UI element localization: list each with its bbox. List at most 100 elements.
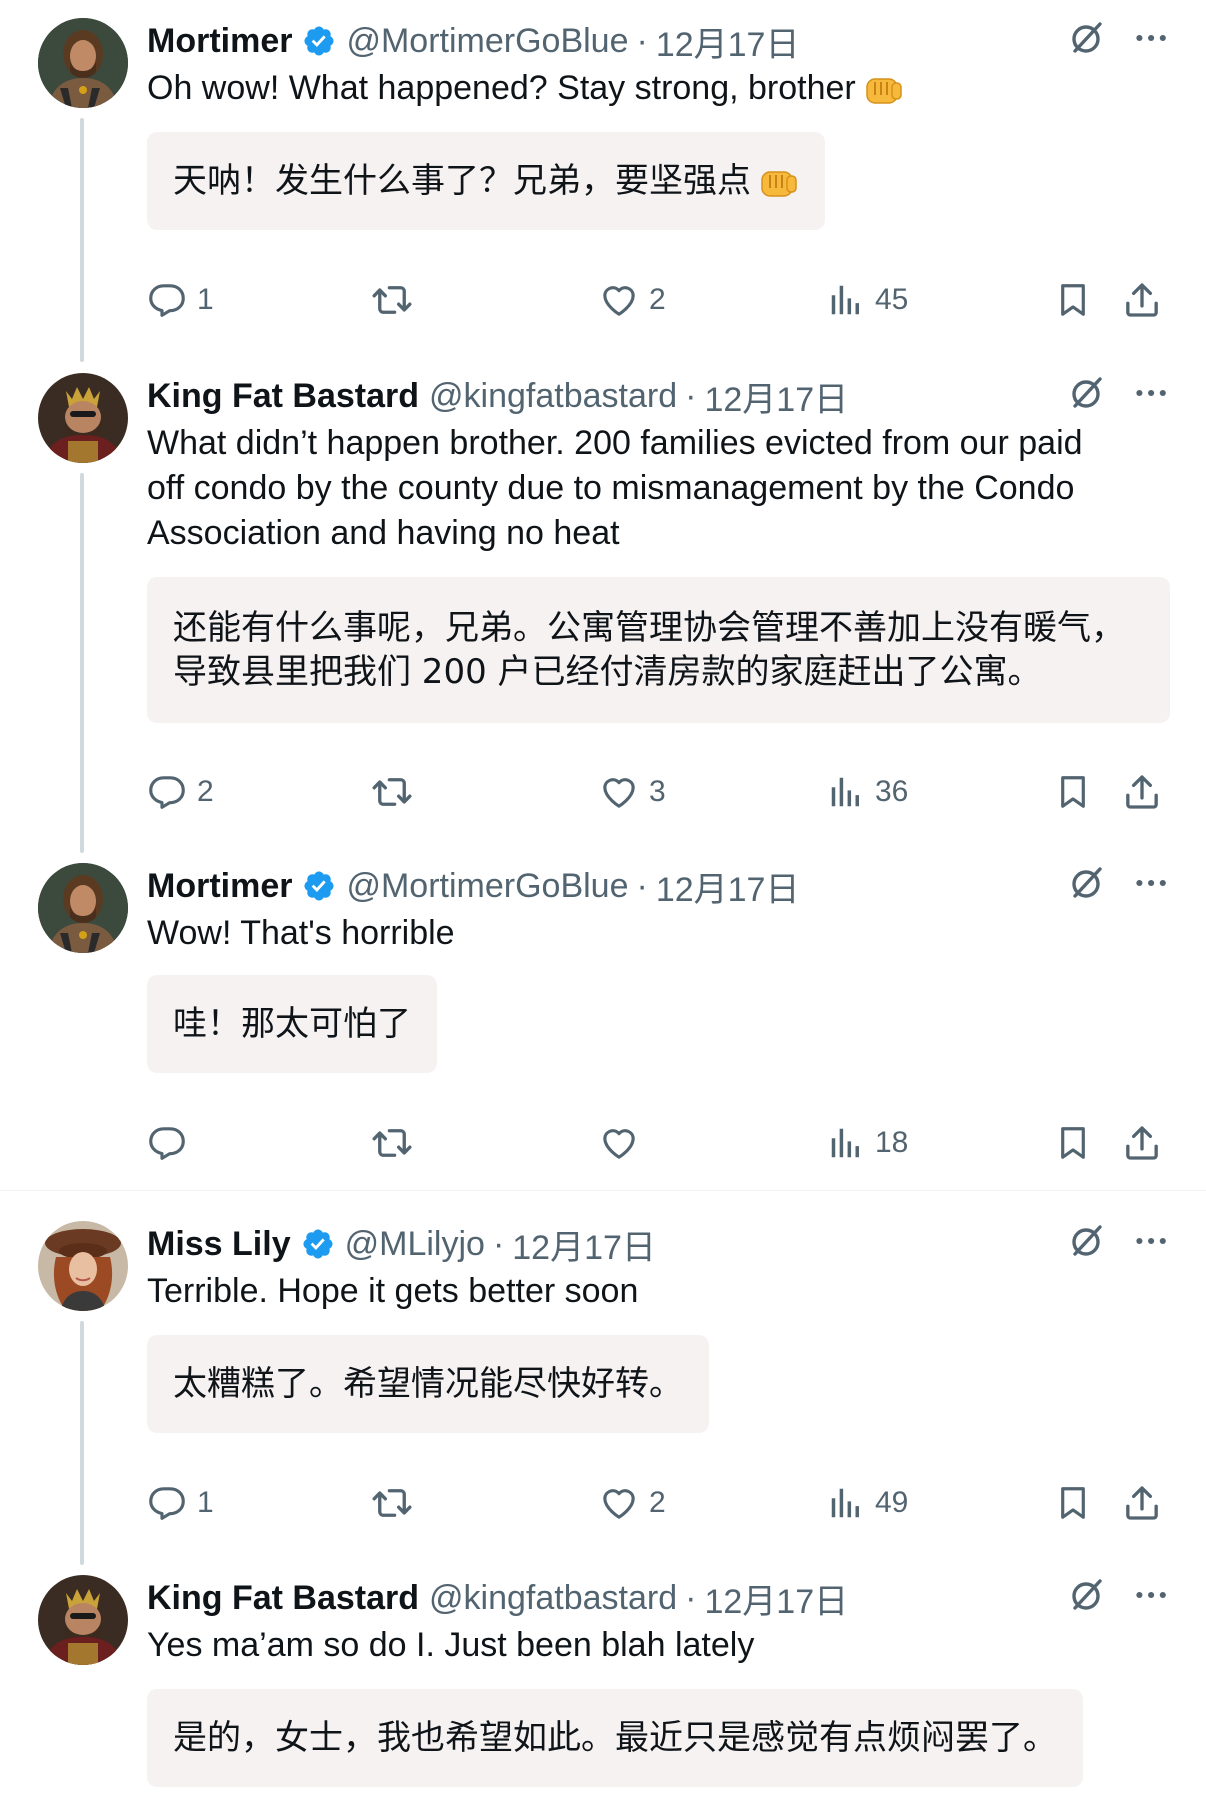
tweet-top-icons <box>1066 1575 1170 1615</box>
like-icon <box>599 772 639 812</box>
author-handle[interactable]: @kingfatbastard <box>429 377 677 416</box>
tweet-text: Terrible. Hope it gets better soon <box>147 1269 1166 1314</box>
more-icon[interactable] <box>1134 874 1170 892</box>
oncoming-fist-icon <box>759 166 799 200</box>
timestamp[interactable]: 12月17日 <box>704 1574 848 1623</box>
reply-icon <box>147 1483 187 1523</box>
more-icon[interactable] <box>1134 1586 1170 1604</box>
separator-dot: · <box>636 21 648 60</box>
retweet-button[interactable] <box>371 1118 413 1168</box>
bookmark-button[interactable] <box>1054 275 1092 325</box>
reply-count: 2 <box>197 775 214 808</box>
tweet-header: King Fat Bastard @kingfatbastard · 12月17… <box>147 373 848 419</box>
tweet-text: Yes ma’am so do I. Just been blah lately <box>147 1623 1166 1668</box>
retweet-button[interactable] <box>371 767 413 817</box>
grok-icon[interactable] <box>1066 18 1106 58</box>
reply-button[interactable] <box>147 1118 197 1168</box>
avatar[interactable] <box>38 863 128 953</box>
share-button[interactable] <box>1122 1118 1162 1168</box>
tweet[interactable]: King Fat Bastard @kingfatbastard · 12月17… <box>0 1557 1206 1801</box>
author-name[interactable]: King Fat Bastard <box>147 1579 419 1618</box>
avatar[interactable] <box>38 373 128 463</box>
translation-box: 是的，女士，我也希望如此。最近只是感觉有点烦闷罢了。 <box>147 1689 1083 1787</box>
share-button[interactable] <box>1122 1478 1162 1528</box>
reply-count: 1 <box>197 1486 214 1519</box>
author-name[interactable]: Mortimer <box>147 22 292 61</box>
grok-icon[interactable] <box>1066 1221 1106 1261</box>
tweet-header: Miss Lily @MLilyjo · 12月17日 <box>147 1221 656 1267</box>
tweet-text: Oh wow! What happened? Stay strong, brot… <box>147 66 1166 111</box>
action-bar: 1 2 45 <box>147 275 1170 325</box>
grok-icon[interactable] <box>1066 1575 1106 1615</box>
like-button[interactable]: 2 <box>599 275 666 325</box>
author-name[interactable]: King Fat Bastard <box>147 377 419 416</box>
author-name[interactable]: Mortimer <box>147 867 292 906</box>
author-handle[interactable]: @MLilyjo <box>345 1225 485 1264</box>
tweet[interactable]: Mortimer @MortimerGoBlue · 12月17日 Oh wow… <box>0 0 1206 362</box>
timestamp[interactable]: 12月17日 <box>656 17 800 66</box>
avatar[interactable] <box>38 1575 128 1665</box>
tweet-top-icons <box>1066 1221 1170 1261</box>
share-icon <box>1122 1123 1162 1163</box>
retweet-button[interactable] <box>371 275 413 325</box>
translation-box: 太糟糕了。希望情况能尽快好转。 <box>147 1335 709 1433</box>
separator-dot: · <box>636 866 648 905</box>
timestamp[interactable]: 12月17日 <box>656 862 800 911</box>
tweet[interactable]: King Fat Bastard @kingfatbastard · 12月17… <box>0 355 1206 853</box>
thread-line <box>80 1321 84 1565</box>
like-button[interactable] <box>599 1118 649 1168</box>
avatar[interactable] <box>38 1221 128 1311</box>
views-icon <box>827 1124 865 1162</box>
views-count: 18 <box>875 1126 909 1159</box>
reply-button[interactable]: 2 <box>147 767 214 817</box>
bookmark-button[interactable] <box>1054 1478 1092 1528</box>
like-icon <box>599 1483 639 1523</box>
translation-line: 导致县里把我们 200 户已经付清房款的家庭赶出了公寓。 <box>173 652 1042 692</box>
views-button[interactable]: 18 <box>827 1118 908 1168</box>
like-button[interactable]: 3 <box>599 767 666 817</box>
more-icon[interactable] <box>1134 29 1170 47</box>
tweet-text-content: Wow! That's horrible <box>147 914 455 952</box>
tweet[interactable]: Miss Lily @MLilyjo · 12月17日 Terrible. Ho… <box>0 1203 1206 1565</box>
timestamp[interactable]: 12月17日 <box>704 372 848 421</box>
like-button[interactable]: 2 <box>599 1478 666 1528</box>
tweet-text-line: What didn’t happen brother. 200 families… <box>147 424 1083 462</box>
like-icon <box>599 280 639 320</box>
retweet-icon <box>371 1122 413 1164</box>
views-icon <box>827 281 865 319</box>
timestamp[interactable]: 12月17日 <box>512 1220 656 1269</box>
share-icon <box>1122 772 1162 812</box>
separator-dot: · <box>685 1578 697 1617</box>
tweet-text: What didn’t happen brother. 200 families… <box>147 421 1166 556</box>
views-button[interactable]: 45 <box>827 275 908 325</box>
more-icon[interactable] <box>1134 1232 1170 1250</box>
tweet-text: Wow! That's horrible <box>147 911 1166 956</box>
share-button[interactable] <box>1122 275 1162 325</box>
reply-button[interactable]: 1 <box>147 275 214 325</box>
verified-badge-icon <box>301 1227 335 1261</box>
retweet-icon <box>371 771 413 813</box>
bookmark-button[interactable] <box>1054 767 1092 817</box>
author-name[interactable]: Miss Lily <box>147 1225 291 1264</box>
like-icon <box>599 1123 639 1163</box>
tweet[interactable]: Mortimer @MortimerGoBlue · 12月17日 Wow! T… <box>0 845 1206 1190</box>
tweet-header: Mortimer @MortimerGoBlue · 12月17日 <box>147 863 799 909</box>
views-count: 36 <box>875 775 909 808</box>
retweet-button[interactable] <box>371 1478 413 1528</box>
views-button[interactable]: 36 <box>827 767 908 817</box>
grok-icon[interactable] <box>1066 373 1106 413</box>
more-icon[interactable] <box>1134 384 1170 402</box>
bookmark-button[interactable] <box>1054 1118 1092 1168</box>
reply-button[interactable]: 1 <box>147 1478 214 1528</box>
tweet-top-icons <box>1066 373 1170 413</box>
translation-text: 哇！那太可怕了 <box>173 1004 411 1044</box>
author-handle[interactable]: @kingfatbastard <box>429 1579 677 1618</box>
action-bar: 2 3 36 <box>147 767 1170 817</box>
author-handle[interactable]: @MortimerGoBlue <box>346 22 628 61</box>
bookmark-icon <box>1054 772 1092 812</box>
grok-icon[interactable] <box>1066 863 1106 903</box>
avatar[interactable] <box>38 18 128 108</box>
views-button[interactable]: 49 <box>827 1478 908 1528</box>
author-handle[interactable]: @MortimerGoBlue <box>346 867 628 906</box>
share-button[interactable] <box>1122 767 1162 817</box>
